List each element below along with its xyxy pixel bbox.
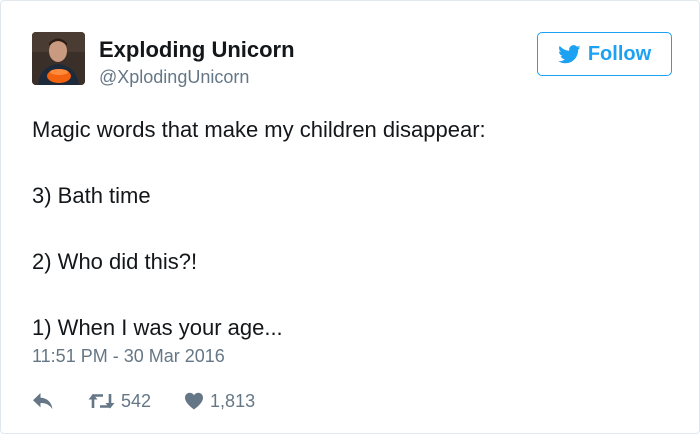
author-display-name[interactable]: Exploding Unicorn: [99, 37, 295, 63]
profile-photo-icon: [32, 32, 85, 85]
reply-icon: [33, 393, 53, 409]
tweet-timestamp[interactable]: 11:51 PM - 30 Mar 2016: [32, 346, 225, 367]
twitter-bird-icon: [557, 44, 581, 63]
tweet-line: 2) Who did this?!: [32, 249, 198, 274]
avatar[interactable]: [32, 32, 85, 85]
heart-icon: [185, 392, 204, 410]
tweet-card: Exploding Unicorn @XplodingUnicorn Follo…: [0, 0, 700, 434]
like-button[interactable]: 1,813: [184, 391, 255, 412]
reply-button[interactable]: [32, 392, 56, 410]
follow-label: Follow: [587, 42, 652, 65]
retweet-icon: [88, 394, 115, 409]
follow-button[interactable]: Follow: [537, 32, 672, 76]
tweet-line: Magic words that make my children disapp…: [32, 117, 486, 142]
retweet-button[interactable]: 542: [88, 391, 151, 412]
author-handle[interactable]: @XplodingUnicorn: [99, 67, 249, 88]
tweet-line: 3) Bath time: [32, 183, 151, 208]
tweet-line: 1) When I was your age...: [32, 315, 283, 340]
tweet-text: Magic words that make my children disapp…: [32, 113, 672, 344]
like-count: 1,813: [210, 390, 256, 411]
tweet-actions: 542 1,813: [32, 388, 255, 414]
retweet-count: 542: [121, 390, 152, 411]
